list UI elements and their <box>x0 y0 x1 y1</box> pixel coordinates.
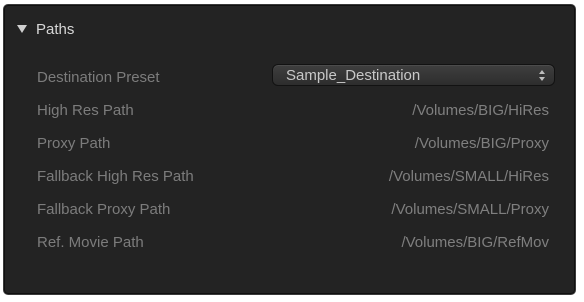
field-row-ref-movie-path: Ref. Movie Path /Volumes/BIG/RefMov <box>4 228 575 261</box>
field-row-high-res-path: High Res Path /Volumes/BIG/HiRes <box>4 96 575 129</box>
destination-preset-label: Destination Preset <box>37 69 160 86</box>
up-down-chevron-icon <box>538 69 546 82</box>
section-title: Paths <box>36 20 75 38</box>
ref-movie-path-label: Ref. Movie Path <box>37 234 144 251</box>
paths-panel: Paths Destination Preset Sample_Destinat… <box>3 4 576 295</box>
field-row-fallback-proxy-path: Fallback Proxy Path /Volumes/SMALL/Proxy <box>4 195 575 228</box>
field-row-fallback-high-res-path: Fallback High Res Path /Volumes/SMALL/Hi… <box>4 162 575 195</box>
destination-preset-select[interactable]: Sample_Destination <box>272 64 555 86</box>
paths-section-header[interactable]: Paths <box>16 19 74 39</box>
disclosure-triangle-icon[interactable] <box>16 23 28 35</box>
ref-movie-path-value: /Volumes/BIG/RefMov <box>401 234 549 251</box>
fallback-high-res-path-label: Fallback High Res Path <box>37 168 194 185</box>
field-row-proxy-path: Proxy Path /Volumes/BIG/Proxy <box>4 129 575 162</box>
proxy-path-value: /Volumes/BIG/Proxy <box>414 135 549 152</box>
fallback-high-res-path-value: /Volumes/SMALL/HiRes <box>388 168 549 185</box>
paths-field-list: Destination Preset Sample_Destination Hi… <box>4 63 575 261</box>
high-res-path-label: High Res Path <box>37 102 134 119</box>
high-res-path-value: /Volumes/BIG/HiRes <box>412 102 549 119</box>
field-row-destination-preset: Destination Preset Sample_Destination <box>4 63 575 96</box>
fallback-proxy-path-label: Fallback Proxy Path <box>37 201 171 218</box>
proxy-path-label: Proxy Path <box>37 135 111 152</box>
fallback-proxy-path-value: /Volumes/SMALL/Proxy <box>391 201 549 218</box>
destination-preset-value: Sample_Destination <box>286 67 421 84</box>
